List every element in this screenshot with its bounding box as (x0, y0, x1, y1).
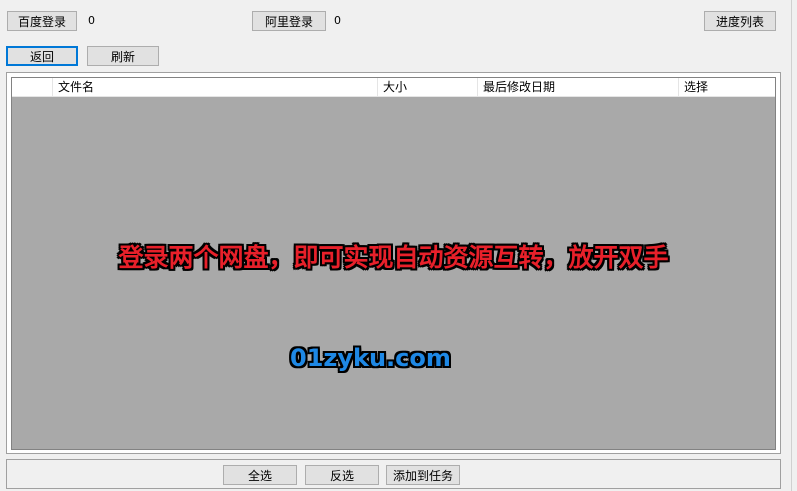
column-header-filename[interactable]: 文件名 (52, 78, 377, 96)
column-header-select[interactable]: 选择 (678, 78, 775, 96)
invert-selection-button[interactable]: 反选 (305, 465, 379, 485)
promo-overlay-text: 登录两个网盘，即可实现自动资源互转，放开双手 (118, 243, 669, 272)
baidu-count: 0 (88, 14, 95, 27)
add-to-task-button[interactable]: 添加到任务 (386, 465, 460, 485)
ali-count: 0 (334, 14, 341, 27)
column-header-modified-date[interactable]: 最后修改日期 (477, 78, 678, 96)
baidu-login-button[interactable]: 百度登录 (7, 11, 77, 31)
watermark-url-text: 01zyku.com (290, 344, 451, 372)
window-right-edge (791, 0, 797, 491)
column-header-blank[interactable] (12, 78, 52, 96)
file-list-header: 文件名 大小 最后修改日期 选择 (12, 78, 775, 97)
select-all-button[interactable]: 全选 (223, 465, 297, 485)
column-header-size[interactable]: 大小 (377, 78, 477, 96)
refresh-button[interactable]: 刷新 (87, 46, 159, 66)
ali-login-button[interactable]: 阿里登录 (252, 11, 326, 31)
back-button[interactable]: 返回 (6, 46, 78, 66)
file-list-view[interactable]: 文件名 大小 最后修改日期 选择 登录两个网盘，即可实现自动资源互转，放开双手 … (11, 77, 776, 450)
progress-list-button[interactable]: 进度列表 (704, 11, 776, 31)
file-list-panel: 文件名 大小 最后修改日期 选择 登录两个网盘，即可实现自动资源互转，放开双手 … (6, 72, 781, 454)
